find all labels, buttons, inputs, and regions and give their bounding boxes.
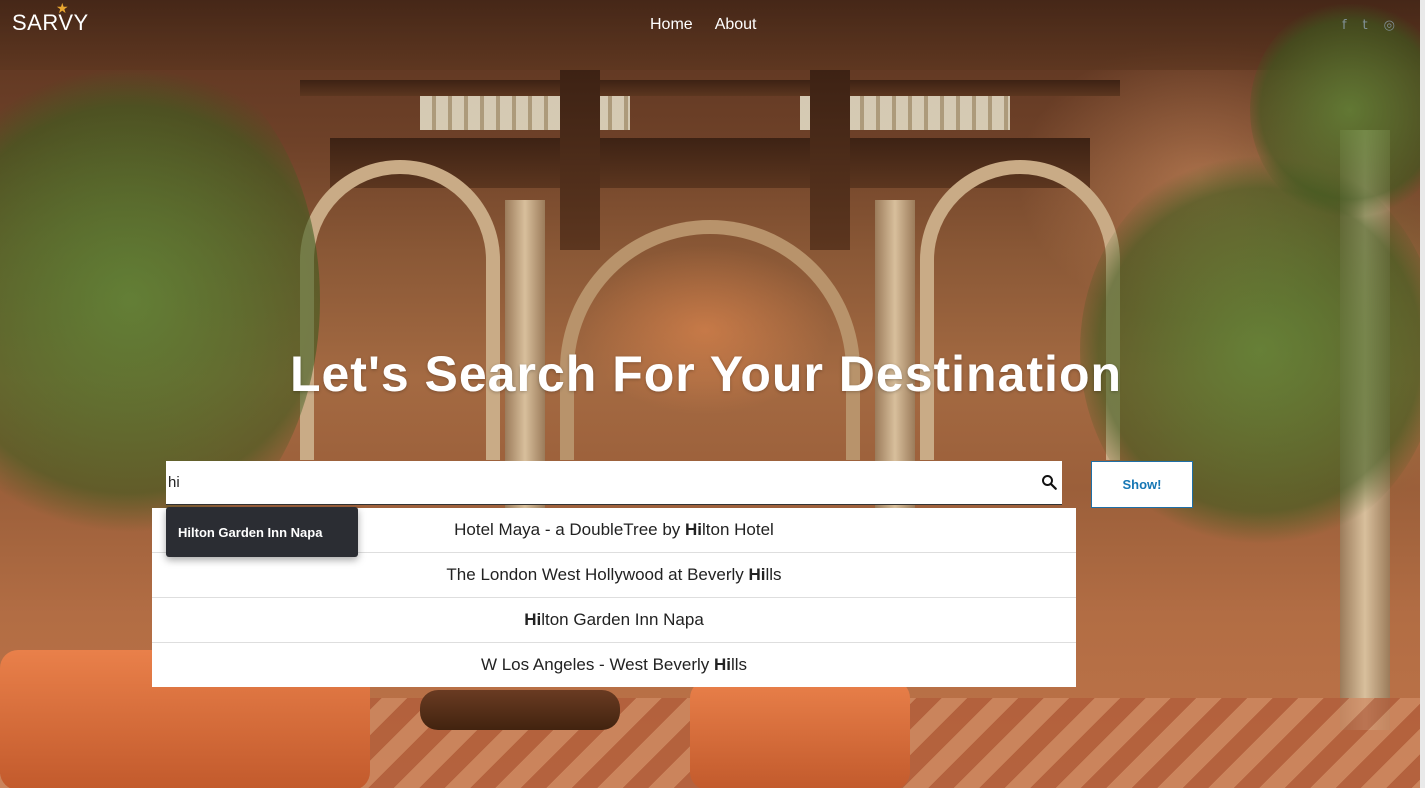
search-box <box>166 461 1062 505</box>
social-links: f t ◎ <box>1342 18 1395 33</box>
armchair <box>690 680 910 788</box>
ceiling <box>0 0 1425 70</box>
logo[interactable]: SARVY ★ <box>12 0 89 36</box>
facebook-icon[interactable]: f <box>1342 18 1347 33</box>
logo-star-icon: ★ <box>56 0 70 16</box>
twitter-icon[interactable]: t <box>1363 18 1368 33</box>
suggestion-text: Hotel Maya - a DoubleTree by <box>454 520 686 539</box>
search-input[interactable] <box>166 461 1026 504</box>
suggestion-text: W Los Angeles - West Beverly <box>480 655 714 674</box>
main-nav: Home About <box>650 16 757 34</box>
coffee-table <box>420 690 620 730</box>
show-button[interactable]: Show! <box>1091 461 1193 508</box>
beam <box>810 70 850 250</box>
suggestion-match: Hi <box>714 655 731 674</box>
suggestion-match: Hi <box>524 610 542 629</box>
suggestion-text: lton Hotel <box>702 520 774 539</box>
beam <box>300 80 1120 96</box>
hero-title: Let's Search For Your Destination <box>289 346 1123 402</box>
nav-about-link[interactable]: About <box>715 16 757 34</box>
autocomplete-tooltip: Hilton Garden Inn Napa <box>166 507 358 557</box>
beam <box>560 70 600 250</box>
nav-home-link[interactable]: Home <box>650 16 693 34</box>
search-icon[interactable] <box>1040 473 1058 491</box>
logo-text: SARVY <box>12 10 89 35</box>
instagram-icon[interactable]: ◎ <box>1384 18 1395 33</box>
suggestion-item[interactable]: The London West Hollywood at Beverly Hi l… <box>152 553 1076 598</box>
suggestion-text: lton Garden Inn Napa <box>541 610 704 629</box>
page-scrollbar[interactable] <box>1420 0 1425 788</box>
suggestion-match: Hi <box>685 520 703 539</box>
arch <box>560 220 860 460</box>
suggestion-text: The London West Hollywood at Beverly <box>446 565 749 584</box>
suggestion-text: lls <box>731 655 748 674</box>
arch <box>300 160 500 460</box>
suggestion-item[interactable]: W Los Angeles - West Beverly Hi lls <box>152 643 1076 687</box>
hero-background: SARVY ★ Home About f t ◎ Let's Search Fo… <box>0 0 1425 788</box>
suggestion-text: lls <box>765 565 782 584</box>
suggestion-item[interactable]: Hi lton Garden Inn Napa <box>152 598 1076 643</box>
suggestion-match: Hi <box>748 565 766 584</box>
